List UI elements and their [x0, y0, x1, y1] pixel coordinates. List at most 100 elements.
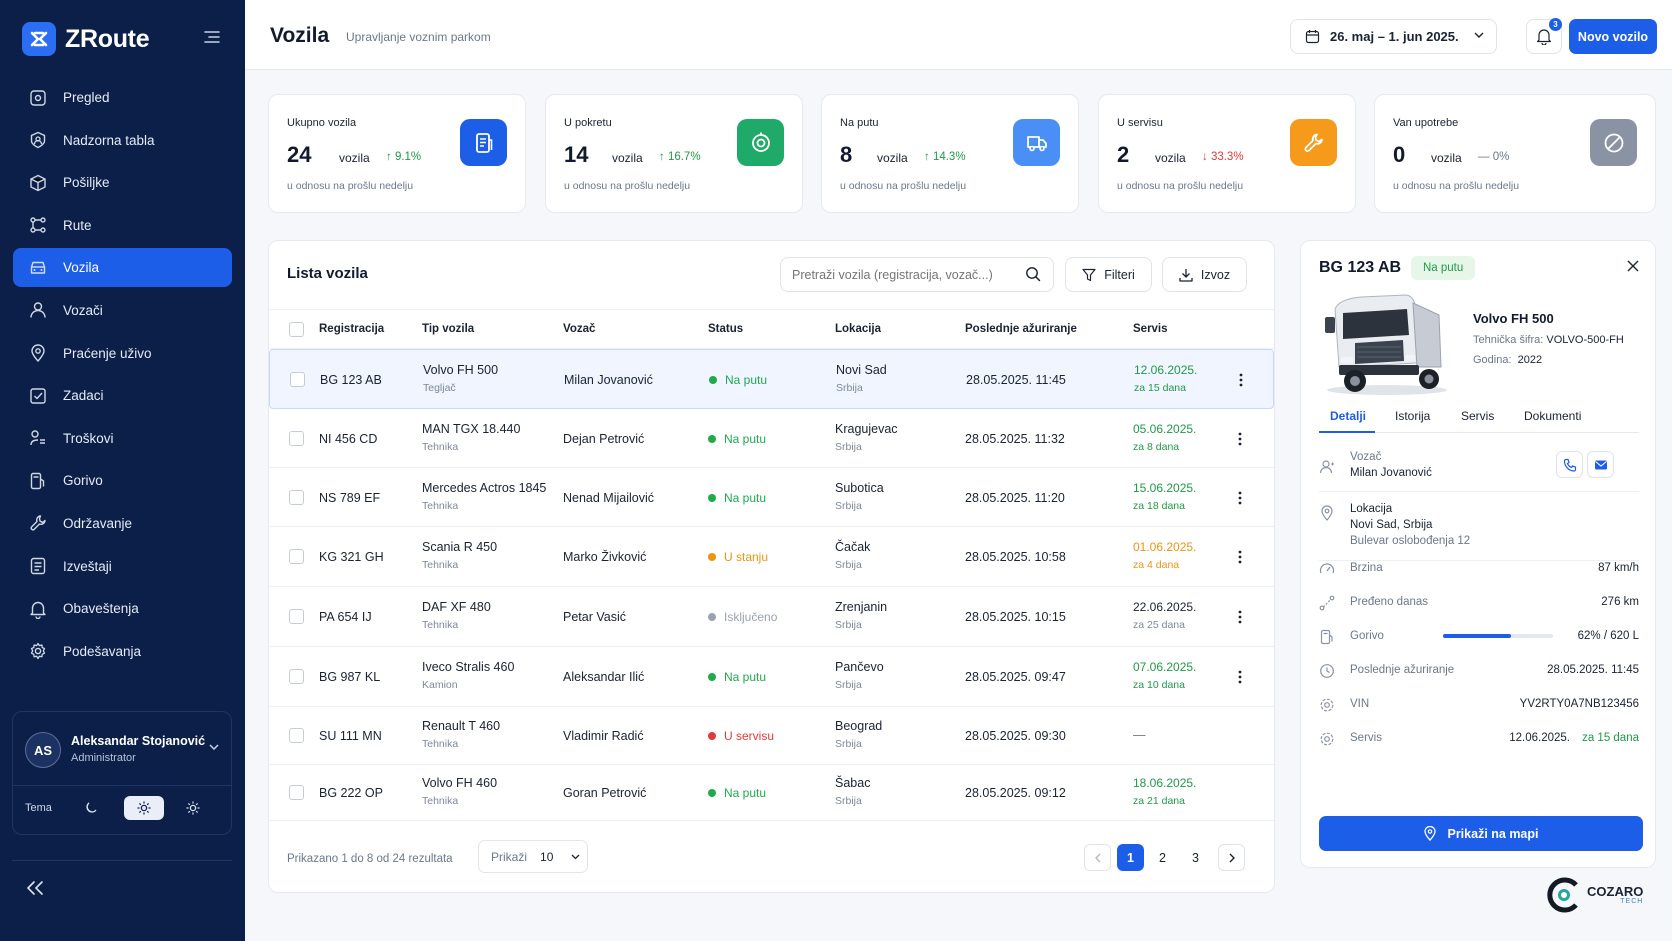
stat-card[interactable]: Van upotrebe 0 vozila — 0% u odnosu na prošl…	[1374, 94, 1656, 213]
row-checkbox[interactable]	[289, 609, 304, 624]
more-options-icon[interactable]	[1239, 373, 1243, 387]
stat-card[interactable]: U servisu 2 vozila ↓ 33.3% u odnosu na prošl…	[1098, 94, 1356, 213]
prev-page-button[interactable]	[1084, 844, 1111, 871]
collapse-sidebar-icon[interactable]	[26, 881, 44, 895]
vehicle-model: Volvo FH 500	[1473, 311, 1554, 326]
filter-button[interactable]: Filteri	[1065, 257, 1152, 292]
sidebar-item-zadaci[interactable]: Zadaci	[13, 376, 232, 415]
sidebar-item-nadzorna-tabla[interactable]: Nadzorna tabla	[13, 121, 232, 160]
vin-label: VIN	[1350, 698, 1370, 710]
theme-dark-button[interactable]	[71, 796, 111, 820]
reg-number: KG 321 GH	[319, 550, 384, 564]
more-options-icon[interactable]	[1238, 670, 1242, 684]
sidebar-item-praćenje-uživo[interactable]: Praćenje uživo	[13, 334, 232, 373]
table-row[interactable]: BG 123 AB Volvo FH 500 Tegljač Milan Jovano…	[269, 349, 1274, 409]
sidebar-item-podešavanja[interactable]: Podešavanja	[13, 632, 232, 671]
location-country: Srbija	[835, 679, 862, 691]
page-button[interactable]: 3	[1182, 844, 1209, 871]
location-cell: Beograd Srbija	[835, 719, 882, 750]
more-options-icon[interactable]	[1238, 550, 1242, 564]
sidebar-item-održavanje[interactable]: Održavanje	[13, 504, 232, 543]
message-driver-button[interactable]	[1587, 451, 1614, 478]
vehicle-type: Scania R 450 Tehnika	[422, 540, 497, 571]
sidebar-item-vozači[interactable]: Vozači	[13, 291, 232, 330]
stat-label: Ukupno vozila	[287, 117, 357, 129]
column-header[interactable]: Vozač	[563, 323, 595, 335]
tab-details[interactable]: Detalji	[1330, 409, 1366, 423]
driver-name: Petar Vasić	[563, 610, 626, 624]
table-row[interactable]: NS 789 EF Mercedes Actros 1845 Tehnika Nena…	[269, 468, 1274, 527]
sidebar-item-vozila[interactable]: Vozila	[13, 248, 232, 288]
sidebar-item-pregled[interactable]: Pregled	[13, 78, 232, 117]
sidebar-item-gorivo[interactable]: Gorivo	[13, 461, 232, 500]
table-row[interactable]: SU 111 MN Renault T 460 Tehnika Vladimir Ra…	[269, 707, 1274, 765]
vehicle-type: Renault T 460 Tehnika	[422, 719, 500, 750]
tab-history[interactable]: Istorija	[1395, 409, 1430, 423]
app-logo[interactable]: ZRoute	[22, 22, 150, 56]
row-checkbox[interactable]	[289, 549, 304, 564]
location-country: Srbija	[835, 738, 862, 750]
column-header[interactable]: Tip vozila	[422, 323, 474, 335]
stat-card[interactable]: Na putu 8 vozila ↑ 14.3% u odnosu na prošlu …	[821, 94, 1079, 213]
stat-note: u odnosu na prošlu nedelju	[840, 180, 967, 192]
row-checkbox[interactable]	[289, 669, 304, 684]
sidebar-item-troškovi[interactable]: Troškovi	[13, 419, 232, 458]
theme-light-button[interactable]	[124, 796, 164, 820]
per-page-select[interactable]: Prikaži 10	[478, 840, 588, 873]
bell-icon	[30, 601, 46, 619]
sidebar-item-obaveštenja[interactable]: Obaveštenja	[13, 589, 232, 628]
location-cell: Čačak Srbija	[835, 540, 870, 571]
phone-icon	[1563, 458, 1576, 472]
more-options-icon[interactable]	[1238, 491, 1242, 505]
stat-card[interactable]: Ukupno vozila 24 vozila ↑ 9.1% u odnosu na p…	[268, 94, 526, 213]
table-row[interactable]: KG 321 GH Scania R 450 Tehnika Marko Živkov…	[269, 527, 1274, 587]
status-text: Isključeno	[724, 610, 778, 624]
date-range-picker[interactable]: 26. maj – 1. jun 2025.	[1290, 19, 1497, 54]
user-card[interactable]: AS Aleksandar Stojanović Administrator T…	[12, 711, 232, 835]
show-on-map-button[interactable]: Prikaži na mapi	[1319, 816, 1643, 851]
last-updated: 28.05.2025. 09:12	[965, 786, 1066, 800]
column-header[interactable]: Lokacija	[835, 323, 881, 335]
call-driver-button[interactable]	[1556, 451, 1583, 478]
moon-icon	[86, 802, 97, 813]
vehicle-type-sub: Tehnika	[422, 500, 459, 512]
stat-card[interactable]: U pokretu 14 vozila ↑ 16.7% u odnosu na proš…	[545, 94, 803, 213]
row-checkbox[interactable]	[289, 785, 304, 800]
row-checkbox[interactable]	[290, 372, 305, 387]
notifications-button[interactable]: 3	[1526, 18, 1562, 54]
next-page-button[interactable]	[1218, 844, 1245, 871]
table-row[interactable]: NI 456 CD MAN TGX 18.440 Tehnika Dejan Petr…	[269, 409, 1274, 468]
search-input[interactable]	[780, 257, 1054, 292]
column-header[interactable]: Servis	[1133, 323, 1168, 335]
close-icon[interactable]	[1627, 260, 1639, 272]
theme-auto-button[interactable]	[173, 796, 213, 820]
table-row[interactable]: BG 987 KL Iveco Stralis 460 Kamion Aleksand…	[269, 647, 1274, 707]
sidebar-item-label: Rute	[63, 217, 92, 233]
stat-trend: ↑ 16.7%	[659, 151, 701, 163]
more-options-icon[interactable]	[1238, 610, 1242, 624]
more-options-icon[interactable]	[1238, 432, 1242, 446]
table-row[interactable]: PA 654 IJ DAF XF 480 Tehnika Petar Vasić Isk…	[269, 587, 1274, 647]
page-button[interactable]: 2	[1149, 844, 1176, 871]
column-header[interactable]: Registracija	[319, 323, 384, 335]
service-date: 01.06.2025.	[1133, 540, 1197, 554]
export-button[interactable]: Izvoz	[1162, 257, 1247, 292]
tab-service[interactable]: Servis	[1461, 409, 1494, 423]
menu-toggle-icon[interactable]	[204, 30, 220, 44]
sidebar-item-pošiljke[interactable]: Pošiljke	[13, 163, 232, 202]
column-header[interactable]: Status	[708, 323, 743, 335]
table-row[interactable]: BG 222 OP Volvo FH 460 Tehnika Goran Petrov…	[269, 765, 1274, 821]
sidebar-item-izveštaji[interactable]: Izveštaji	[13, 547, 232, 586]
chevron-down-icon[interactable]	[209, 744, 219, 750]
row-checkbox[interactable]	[289, 728, 304, 743]
search-icon[interactable]	[1025, 266, 1041, 282]
column-header[interactable]: Poslednje ažuriranje	[965, 323, 1077, 335]
tab-documents[interactable]: Dokumenti	[1524, 409, 1581, 423]
row-checkbox[interactable]	[289, 431, 304, 446]
vehicle-detail-panel: BG 123 AB Na putu Volvo FH 500 Tehnička …	[1300, 240, 1656, 868]
page-button[interactable]: 1	[1117, 844, 1144, 871]
new-vehicle-button[interactable]: Novo vozilo	[1569, 19, 1657, 54]
sidebar-item-rute[interactable]: Rute	[13, 206, 232, 245]
select-all-checkbox[interactable]	[289, 322, 304, 337]
row-checkbox[interactable]	[289, 490, 304, 505]
